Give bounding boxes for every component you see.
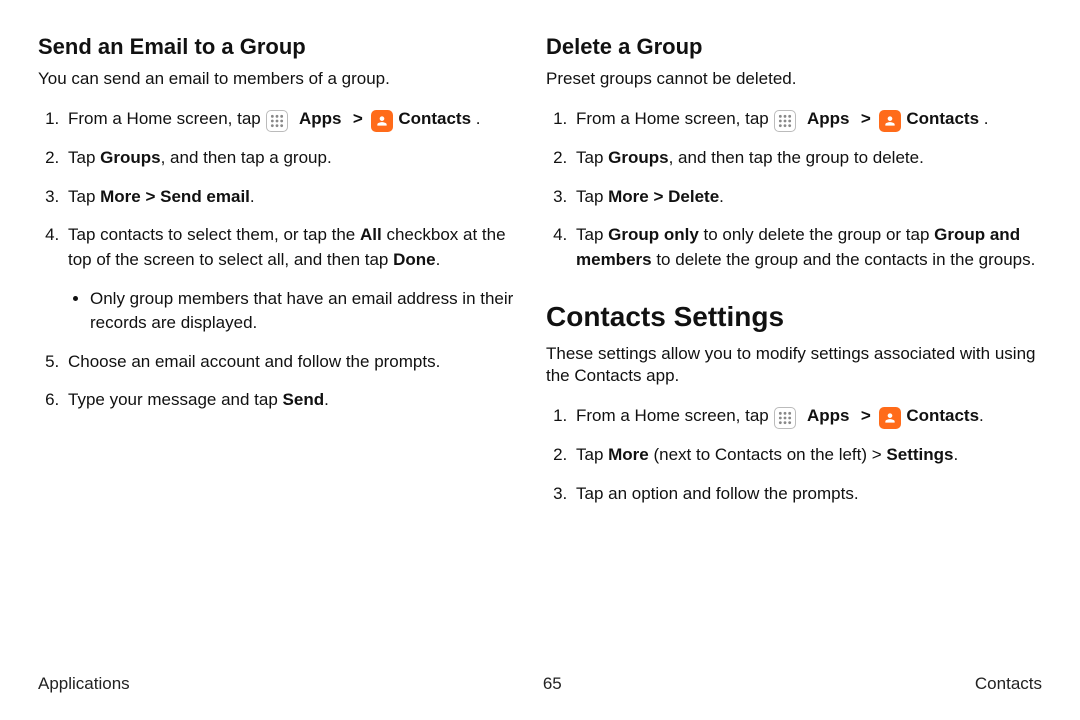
apps-icon	[774, 407, 796, 429]
sep: >	[649, 187, 668, 206]
all-label: All	[360, 225, 382, 244]
sub-bullets: Only group members that have an email ad…	[68, 287, 518, 336]
delete-label: Delete	[668, 187, 719, 206]
contacts-label: Contacts.	[906, 406, 983, 425]
text: , and then tap the group to delete.	[669, 148, 924, 167]
list-item: Tap contacts to select them, or tap the …	[64, 223, 518, 336]
left-column: Send an Email to a Group You can send an…	[38, 34, 540, 660]
chevron-right-icon: >	[353, 109, 363, 128]
text: .	[250, 187, 255, 206]
list-item: Choose an email account and follow the p…	[64, 350, 518, 375]
text: .	[984, 109, 989, 128]
contacts-label: Contacts	[906, 109, 979, 128]
group-only-label: Group only	[608, 225, 699, 244]
text: Tap	[68, 187, 100, 206]
list-item: From a Home screen, tap Apps > Contacts …	[64, 107, 518, 132]
text: , and then tap a group.	[161, 148, 332, 167]
list-item: Tap More > Delete.	[572, 185, 1042, 210]
text: .	[953, 445, 958, 464]
sep: >	[141, 187, 160, 206]
settings-label: Settings	[886, 445, 953, 464]
groups-label: Groups	[608, 148, 668, 167]
list-item: Tap an option and follow the prompts.	[572, 482, 1042, 507]
list-item: Tap Groups, and then tap the group to de…	[572, 146, 1042, 171]
text: From a Home screen, tap	[576, 109, 773, 128]
more-label: More	[100, 187, 141, 206]
heading-contacts-settings: Contacts Settings	[546, 301, 1042, 333]
apps-label: Apps	[294, 109, 346, 128]
text: Tap	[68, 148, 100, 167]
right-column: Delete a Group Preset groups cannot be d…	[540, 34, 1042, 660]
more-label: More	[608, 445, 649, 464]
apps-label: Apps	[802, 406, 854, 425]
intro-contacts-settings: These settings allow you to modify setti…	[546, 343, 1042, 389]
contacts-icon	[371, 110, 393, 132]
text: From a Home screen, tap	[68, 109, 265, 128]
text: Tap contacts to select them, or tap the	[68, 225, 360, 244]
list-item: From a Home screen, tap Apps > Contacts.	[572, 404, 1042, 429]
send-email-label: Send email	[160, 187, 250, 206]
list-item: Tap Groups, and then tap a group.	[64, 146, 518, 171]
text: to only delete the group or tap	[699, 225, 934, 244]
text: Tap	[576, 187, 608, 206]
steps-contacts-settings: From a Home screen, tap Apps > Contacts.…	[546, 404, 1042, 506]
page-number: 65	[543, 674, 562, 694]
chevron-right-icon: >	[861, 109, 871, 128]
intro-delete-group: Preset groups cannot be deleted.	[546, 68, 1042, 91]
list-item: Tap More > Send email.	[64, 185, 518, 210]
text: Tap	[576, 225, 608, 244]
text: Type your message and tap	[68, 390, 283, 409]
text: .	[476, 109, 481, 128]
text: to delete the group and the contacts in …	[652, 250, 1036, 269]
heading-send-email: Send an Email to a Group	[38, 34, 518, 60]
text: Tap	[576, 148, 608, 167]
list-item: Tap More (next to Contacts on the left) …	[572, 443, 1042, 468]
send-label: Send	[283, 390, 325, 409]
page-footer: Applications 65 Contacts	[38, 674, 1042, 694]
list-item: From a Home screen, tap Apps > Contacts …	[572, 107, 1042, 132]
text: (next to Contacts on the left) >	[649, 445, 887, 464]
contacts-label: Contacts	[398, 109, 471, 128]
intro-send-email: You can send an email to members of a gr…	[38, 68, 518, 91]
text: From a Home screen, tap	[576, 406, 773, 425]
text: .	[436, 250, 441, 269]
page-body: Send an Email to a Group You can send an…	[0, 0, 1080, 660]
heading-delete-group: Delete a Group	[546, 34, 1042, 60]
text: .	[719, 187, 724, 206]
list-item: Only group members that have an email ad…	[90, 287, 518, 336]
contacts-icon	[879, 110, 901, 132]
footer-right: Contacts	[975, 674, 1042, 694]
groups-label: Groups	[100, 148, 160, 167]
apps-icon	[774, 110, 796, 132]
footer-left: Applications	[38, 674, 130, 694]
list-item: Tap Group only to only delete the group …	[572, 223, 1042, 272]
apps-label: Apps	[802, 109, 854, 128]
done-label: Done	[393, 250, 436, 269]
text: .	[324, 390, 329, 409]
more-label: More	[608, 187, 649, 206]
chevron-right-icon: >	[861, 406, 871, 425]
list-item: Type your message and tap Send.	[64, 388, 518, 413]
steps-delete-group: From a Home screen, tap Apps > Contacts …	[546, 107, 1042, 273]
contacts-icon	[879, 407, 901, 429]
steps-send-email: From a Home screen, tap Apps > Contacts …	[38, 107, 518, 413]
apps-icon	[266, 110, 288, 132]
text: Tap	[576, 445, 608, 464]
